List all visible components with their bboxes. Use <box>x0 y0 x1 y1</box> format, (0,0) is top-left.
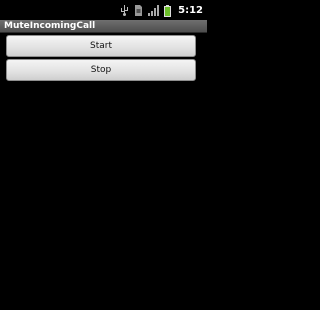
app-screen: 5:12 MuteIncomingCall Start Stop <box>0 0 207 310</box>
app-title: MuteIncomingCall <box>4 21 96 31</box>
usb-icon <box>121 5 129 16</box>
signal-icon <box>148 5 160 16</box>
title-bar: MuteIncomingCall <box>0 20 207 33</box>
status-bar-clock: 5:12 <box>178 5 203 16</box>
start-button[interactable]: Start <box>6 35 196 57</box>
stop-button[interactable]: Stop <box>6 59 196 81</box>
status-icons: 5:12 <box>120 4 203 17</box>
status-bar: 5:12 <box>0 0 207 20</box>
no-sim-icon <box>135 5 143 16</box>
battery-icon <box>164 4 172 17</box>
